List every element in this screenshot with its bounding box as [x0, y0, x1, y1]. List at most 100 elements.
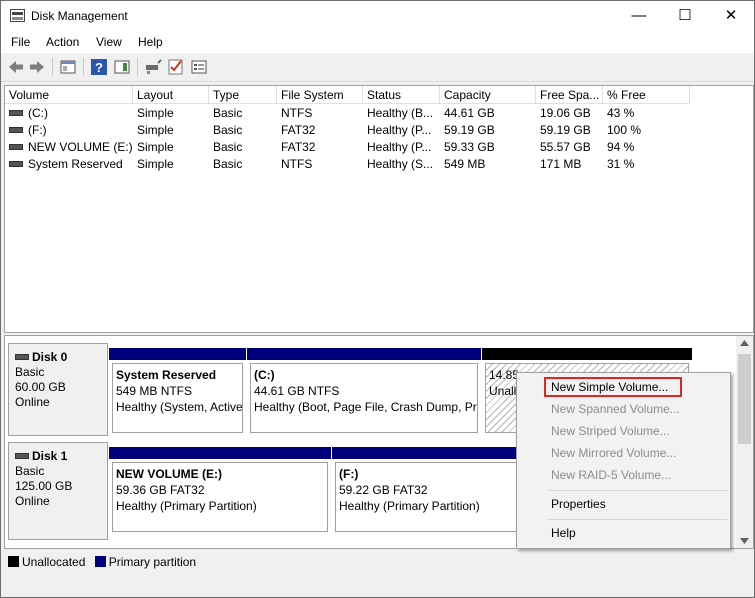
menu-help[interactable]: Help: [138, 35, 163, 49]
title-bar: Disk Management — ☐ ✕: [1, 1, 754, 31]
table-cell[interactable]: NTFS: [277, 105, 363, 122]
volume-icon: [9, 126, 23, 133]
close-button[interactable]: ✕: [708, 1, 754, 31]
context-menu: New Simple Volume... New Spanned Volume.…: [516, 372, 731, 549]
column-header-layout[interactable]: Layout: [133, 86, 209, 104]
menu-view[interactable]: View: [96, 35, 122, 49]
table-cell[interactable]: 59.19 GB: [440, 122, 536, 139]
table-cell[interactable]: 171 MB: [536, 156, 603, 173]
scroll-down-icon[interactable]: [740, 538, 749, 544]
table-cell[interactable]: 100 %: [603, 122, 690, 139]
table-cell[interactable]: FAT32: [277, 122, 363, 139]
table-cell[interactable]: Basic: [209, 139, 277, 156]
menu-file[interactable]: File: [11, 35, 30, 49]
disk-0-info[interactable]: Disk 0 Basic 60.00 GB Online: [8, 343, 108, 436]
table-cell[interactable]: Simple: [133, 122, 209, 139]
disk-management-window: Disk Management — ☐ ✕ File Action View H…: [0, 0, 755, 598]
menu-item-new-striped-volume[interactable]: New Striped Volume...: [551, 421, 670, 441]
disk-state: Online: [15, 494, 50, 508]
table-cell[interactable]: Simple: [133, 105, 209, 122]
maximize-icon: ☐: [678, 7, 692, 24]
volume-icon: [9, 160, 23, 167]
column-header-capacity[interactable]: Capacity: [440, 86, 536, 104]
minimize-icon: —: [631, 7, 647, 24]
toolbar-separator: [137, 58, 138, 76]
partition-new-volume-e[interactable]: NEW VOLUME (E:) 59.36 GB FAT32 Healthy (…: [109, 447, 331, 535]
show-hide-action-pane-icon[interactable]: [113, 58, 131, 76]
scrollbar-thumb[interactable]: [738, 354, 751, 444]
table-cell[interactable]: Healthy (P...: [363, 122, 440, 139]
column-header-type[interactable]: Type: [209, 86, 277, 104]
menu-item-new-simple-volume[interactable]: New Simple Volume...: [551, 377, 668, 397]
table-cell[interactable]: 59.19 GB: [536, 122, 603, 139]
table-cell[interactable]: 549 MB: [440, 156, 536, 173]
partition-c[interactable]: (C:) 44.61 GB NTFS Healthy (Boot, Page F…: [247, 348, 481, 436]
primary-partition-swatch: [94, 556, 106, 568]
table-cell[interactable]: Healthy (S...: [363, 156, 440, 173]
table-cell[interactable]: FAT32: [277, 139, 363, 156]
legend-primary-partition: Primary partition: [108, 555, 197, 569]
toolbar: ?: [1, 53, 754, 82]
forward-arrow-icon[interactable]: [28, 58, 46, 76]
menu-item-new-mirrored-volume[interactable]: New Mirrored Volume...: [551, 443, 676, 463]
maximize-button[interactable]: ☐: [662, 1, 708, 31]
volume-list: Volume Layout Type File System Status Ca…: [4, 85, 754, 333]
column-header-free-space[interactable]: Free Spa...: [536, 86, 603, 104]
back-arrow-icon[interactable]: [7, 58, 25, 76]
disk-size: 125.00 GB: [15, 479, 73, 493]
table-cell[interactable]: 19.06 GB: [536, 105, 603, 122]
table-cell[interactable]: 31 %: [603, 156, 690, 173]
table-row-volume[interactable]: (F:): [5, 122, 133, 139]
volume-icon: [9, 109, 23, 116]
table-row-volume[interactable]: (C:): [5, 105, 133, 122]
disk-size: 60.00 GB: [15, 380, 66, 394]
connect-disk-icon[interactable]: [144, 58, 162, 76]
partition-system-reserved[interactable]: System Reserved 549 MB NTFS Healthy (Sys…: [109, 348, 246, 436]
table-cell[interactable]: NTFS: [277, 156, 363, 173]
table-cell[interactable]: Basic: [209, 105, 277, 122]
checklist-icon[interactable]: [167, 58, 185, 76]
disk-management-icon: [10, 9, 25, 22]
table-cell[interactable]: Healthy (P...: [363, 139, 440, 156]
table-cell[interactable]: Basic: [209, 156, 277, 173]
menu-item-new-spanned-volume[interactable]: New Spanned Volume...: [551, 399, 680, 419]
toolbar-separator: [52, 58, 53, 76]
column-header-percent-free[interactable]: % Free: [603, 86, 690, 104]
table-cell[interactable]: Healthy (B...: [363, 105, 440, 122]
properties-icon[interactable]: [190, 58, 208, 76]
vertical-scrollbar[interactable]: [736, 336, 753, 548]
table-cell[interactable]: Simple: [133, 139, 209, 156]
disk-type: Basic: [15, 365, 45, 379]
menu-separator: [547, 490, 727, 491]
disk-icon: [15, 452, 29, 459]
table-cell[interactable]: 43 %: [603, 105, 690, 122]
menu-item-properties[interactable]: Properties: [551, 494, 606, 514]
console-tree-icon[interactable]: [59, 58, 77, 76]
column-header-file-system[interactable]: File System: [277, 86, 363, 104]
table-cell[interactable]: Simple: [133, 156, 209, 173]
table-cell[interactable]: Basic: [209, 122, 277, 139]
menu-item-new-raid5-volume[interactable]: New RAID-5 Volume...: [551, 465, 671, 485]
table-cell[interactable]: 59.33 GB: [440, 139, 536, 156]
scroll-up-icon[interactable]: [740, 340, 749, 346]
disk-1-info[interactable]: Disk 1 Basic 125.00 GB Online: [8, 442, 108, 540]
legend: Unallocated Primary partition: [4, 551, 752, 573]
menu-action[interactable]: Action: [46, 35, 79, 49]
volume-icon: [9, 143, 23, 150]
help-icon[interactable]: ?: [90, 58, 108, 76]
unallocated-swatch: [8, 556, 19, 568]
table-cell[interactable]: 94 %: [603, 139, 690, 156]
table-cell[interactable]: 55.57 GB: [536, 139, 603, 156]
minimize-button[interactable]: —: [616, 1, 662, 31]
table-row-volume[interactable]: NEW VOLUME (E:): [5, 139, 133, 156]
close-icon: ✕: [724, 7, 738, 24]
menu-item-help[interactable]: Help: [551, 523, 576, 543]
column-header-status[interactable]: Status: [363, 86, 440, 104]
disk-type: Basic: [15, 464, 45, 478]
primary-partition-bar: [247, 348, 481, 360]
table-cell[interactable]: 44.61 GB: [440, 105, 536, 122]
legend-unallocated: Unallocated: [22, 555, 86, 569]
table-row-volume[interactable]: System Reserved: [5, 156, 133, 173]
unallocated-bar: [482, 348, 692, 360]
column-header-volume[interactable]: Volume: [5, 86, 133, 104]
